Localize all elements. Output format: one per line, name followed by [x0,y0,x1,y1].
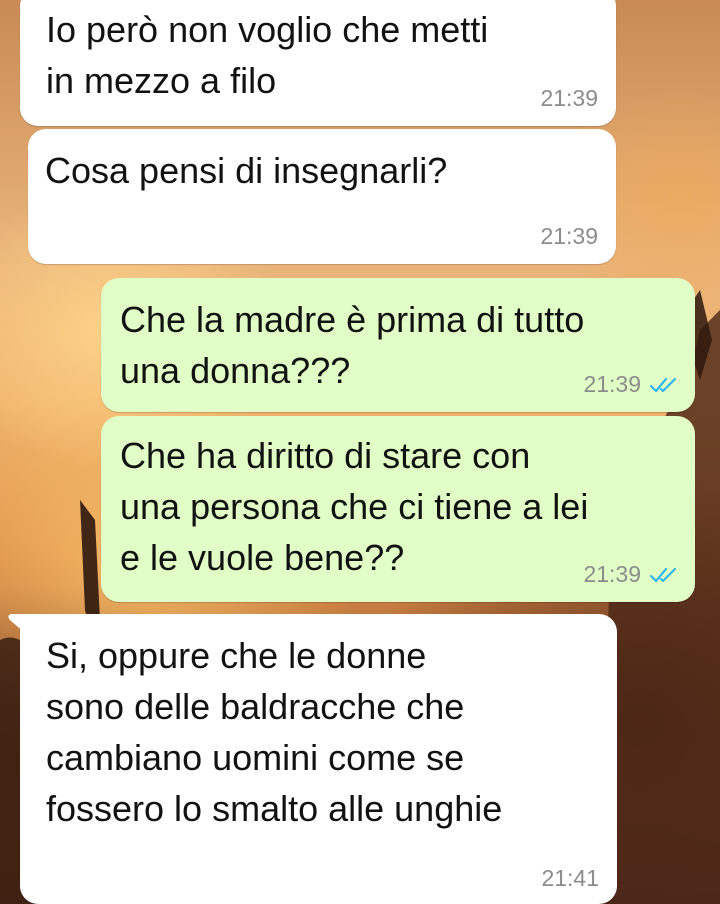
double-check-icon [649,567,677,582]
message-time: 21:39 [583,561,679,588]
message-text: Che ha diritto di stare con una persona … [120,435,589,578]
message-time: 21:39 [540,85,598,112]
message-time: 21:39 [540,223,598,250]
message-bubble-outgoing[interactable]: Che la madre è prima di tutto una donna?… [101,278,695,412]
message-timestamp: 21:39 [583,561,641,587]
message-time: 21:39 [583,371,679,398]
message-text: Io però non voglio che metti in mezzo a … [46,9,489,101]
message-bubble-outgoing[interactable]: Che ha diritto di stare con una persona … [101,416,695,602]
message-text: Si, oppure che le donne sono delle baldr… [46,635,503,829]
message-timestamp: 21:39 [540,223,598,249]
message-text: Che la madre è prima di tutto una donna?… [120,299,585,391]
message-time: 21:41 [541,865,599,892]
message-bubble-incoming[interactable]: Cosa pensi di insegnarli? 21:39 [28,129,616,264]
message-timestamp: 21:39 [540,85,598,111]
message-bubble-incoming[interactable]: Io però non voglio che metti in mezzo a … [20,0,616,126]
message-timestamp: 21:41 [541,865,599,891]
message-timestamp: 21:39 [583,371,641,397]
message-bubble-incoming[interactable]: Si, oppure che le donne sono delle baldr… [20,614,617,904]
double-check-icon [649,377,677,392]
message-text: Cosa pensi di insegnarli? [45,150,448,191]
